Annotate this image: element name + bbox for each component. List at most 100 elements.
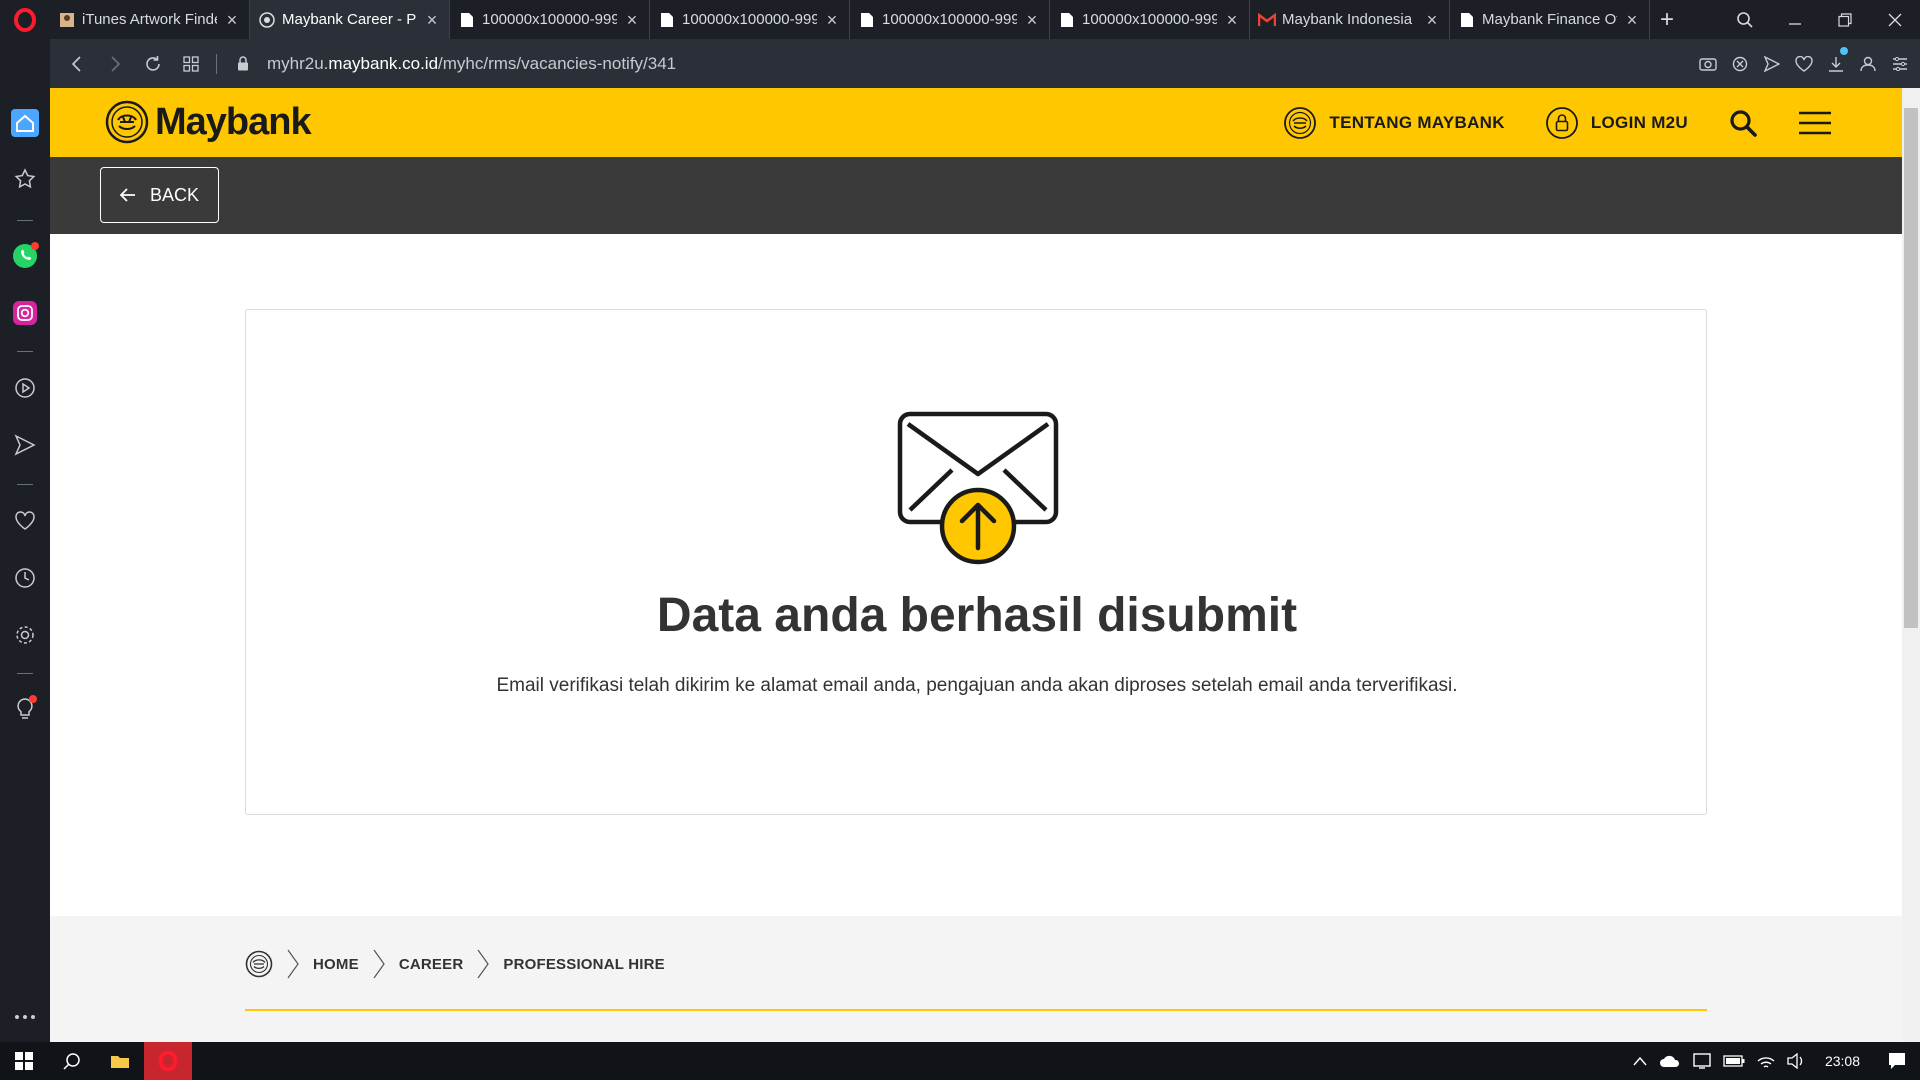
lock-icon <box>237 56 249 71</box>
more-dots-icon[interactable] <box>9 1001 41 1033</box>
breadcrumb-professional-hire[interactable]: PROFESSIONAL HIRE <box>503 956 664 973</box>
restore-icon[interactable] <box>1820 0 1870 39</box>
maybank-tiger-icon <box>105 100 149 144</box>
tab-search-icon[interactable] <box>1720 0 1770 39</box>
maybank-logo[interactable]: Maybank <box>105 99 312 145</box>
url-field[interactable]: myhr2u. maybank.co.id/myhc/rms/vacancies-… <box>231 54 676 74</box>
browser-tab-active[interactable]: Maybank Career - Professional Hire × <box>250 0 450 39</box>
tab-title: 100000x100000-999.pdf <box>682 11 817 28</box>
tab-title: Maybank Indonesia <box>1282 11 1413 28</box>
close-tab-icon[interactable]: × <box>1023 11 1041 29</box>
minimize-icon[interactable] <box>1770 0 1820 39</box>
search-icon[interactable] <box>1728 108 1758 138</box>
browser-tab[interactable]: Maybank Finance Officer × <box>1450 0 1650 39</box>
url-host: maybank.co.id <box>328 53 439 73</box>
url-path: /myhc/rms/vacancies-notify/341 <box>438 53 677 73</box>
history-clock-icon[interactable] <box>9 562 41 594</box>
send-icon[interactable] <box>1756 39 1788 88</box>
confirmation-message: Email verifikasi telah dikirim ke alamat… <box>496 675 1458 696</box>
browser-tab[interactable]: iTunes Artwork Finder × <box>50 0 250 39</box>
taskbar-clock[interactable]: 23:08 <box>1811 1042 1874 1080</box>
my-flow-heart-icon[interactable] <box>9 505 41 537</box>
reload-icon[interactable] <box>134 45 172 83</box>
browser-tab[interactable]: 100000x100000-999.pdf × <box>850 0 1050 39</box>
breadcrumb-career[interactable]: CAREER <box>399 956 464 973</box>
notifications-icon[interactable] <box>1874 1042 1920 1080</box>
opera-sidebar <box>0 39 50 1042</box>
footer-divider <box>245 1009 1707 1011</box>
close-tab-icon[interactable]: × <box>823 11 841 29</box>
document-icon <box>1058 11 1076 29</box>
document-icon <box>458 11 476 29</box>
snapshot-icon[interactable] <box>1692 39 1724 88</box>
download-icon[interactable] <box>1820 39 1852 88</box>
maybank-tiger-icon <box>1283 106 1317 140</box>
nav-login-m2u[interactable]: LOGIN M2U <box>1545 106 1688 140</box>
breadcrumb-home[interactable]: HOME <box>313 956 359 973</box>
confirmation-title: Data anda berhasil disubmit <box>656 589 1298 642</box>
back-nav-icon[interactable] <box>58 45 96 83</box>
envelope-upload-icon <box>897 411 1059 565</box>
tab-title: Maybank Finance Officer <box>1482 11 1617 28</box>
new-tab-button[interactable]: + <box>1650 0 1684 39</box>
flow-send-icon[interactable] <box>9 429 41 461</box>
back-button[interactable]: BACK <box>100 167 219 223</box>
volume-icon[interactable] <box>1781 1042 1811 1080</box>
opera-taskbar-icon[interactable] <box>144 1042 192 1080</box>
browser-tab[interactable]: 100000x100000-999.pdf × <box>1050 0 1250 39</box>
whatsapp-icon[interactable] <box>9 240 41 272</box>
sidebar-separator <box>17 673 33 674</box>
hamburger-menu-icon[interactable] <box>1798 108 1832 138</box>
maybank-tiger-icon[interactable] <box>245 950 273 978</box>
arrow-left-icon <box>119 188 136 202</box>
close-tab-icon[interactable]: × <box>223 11 241 29</box>
windows-taskbar: 23:08 <box>0 1042 1920 1080</box>
windows-start-icon[interactable] <box>0 1042 48 1080</box>
forward-nav-icon[interactable] <box>96 45 134 83</box>
scrollbar-thumb[interactable] <box>1904 108 1918 628</box>
close-tab-icon[interactable]: × <box>423 11 441 29</box>
nav-label: LOGIN M2U <box>1590 112 1688 132</box>
speed-dial-icon[interactable] <box>172 45 210 83</box>
sidebar-separator <box>17 351 33 352</box>
browser-tab[interactable]: 100000x100000-999.pdf × <box>450 0 650 39</box>
search-icon[interactable] <box>48 1042 96 1080</box>
player-icon[interactable] <box>9 372 41 404</box>
file-explorer-icon[interactable] <box>96 1042 144 1080</box>
browser-tab[interactable]: 100000x100000-999.pdf × <box>650 0 850 39</box>
home-icon[interactable] <box>9 107 41 139</box>
easy-setup-icon[interactable] <box>1884 39 1916 88</box>
tab-title: 100000x100000-999.pdf <box>482 11 617 28</box>
close-window-icon[interactable] <box>1870 0 1920 39</box>
opera-logo-icon[interactable] <box>0 0 50 39</box>
close-tab-icon[interactable]: × <box>1223 11 1241 29</box>
back-strip: BACK <box>50 157 1902 234</box>
maybank-header: Maybank TENTANG MAYBANK LOGIN M2U <box>50 88 1902 157</box>
tips-bulb-icon[interactable] <box>9 693 41 725</box>
close-tab-icon[interactable]: × <box>1623 11 1641 29</box>
bookmark-heart-icon[interactable] <box>1788 39 1820 88</box>
close-tab-icon[interactable]: × <box>623 11 641 29</box>
wifi-icon[interactable] <box>1751 1042 1781 1080</box>
onedrive-cloud-icon[interactable] <box>1653 1042 1687 1080</box>
bookmarks-star-icon[interactable] <box>9 163 41 195</box>
page-scrollbar[interactable] <box>1902 88 1920 1042</box>
sidebar-separator <box>17 484 33 485</box>
chevron-right-icon <box>373 949 385 979</box>
adblock-icon[interactable] <box>1724 39 1756 88</box>
battery-icon[interactable] <box>1717 1042 1751 1080</box>
settings-gear-icon[interactable] <box>9 619 41 651</box>
account-icon[interactable] <box>1852 39 1884 88</box>
chevron-right-icon <box>477 949 490 979</box>
chevron-up-icon[interactable] <box>1627 1042 1653 1080</box>
confirmation-card: Data anda berhasil disubmit Email verifi… <box>245 309 1707 815</box>
instagram-icon[interactable] <box>9 297 41 329</box>
nav-label: TENTANG MAYBANK <box>1329 112 1505 132</box>
display-settings-icon[interactable] <box>1687 1042 1717 1080</box>
browser-tab[interactable]: Maybank Indonesia × <box>1250 0 1450 39</box>
page-footer: HOME CAREER PROFESSIONAL HIRE <box>50 916 1902 1042</box>
close-tab-icon[interactable]: × <box>1423 11 1441 29</box>
nav-tentang-maybank[interactable]: TENTANG MAYBANK <box>1283 106 1505 140</box>
back-label: BACK <box>149 184 200 205</box>
breadcrumb: HOME CAREER PROFESSIONAL HIRE <box>245 946 665 982</box>
